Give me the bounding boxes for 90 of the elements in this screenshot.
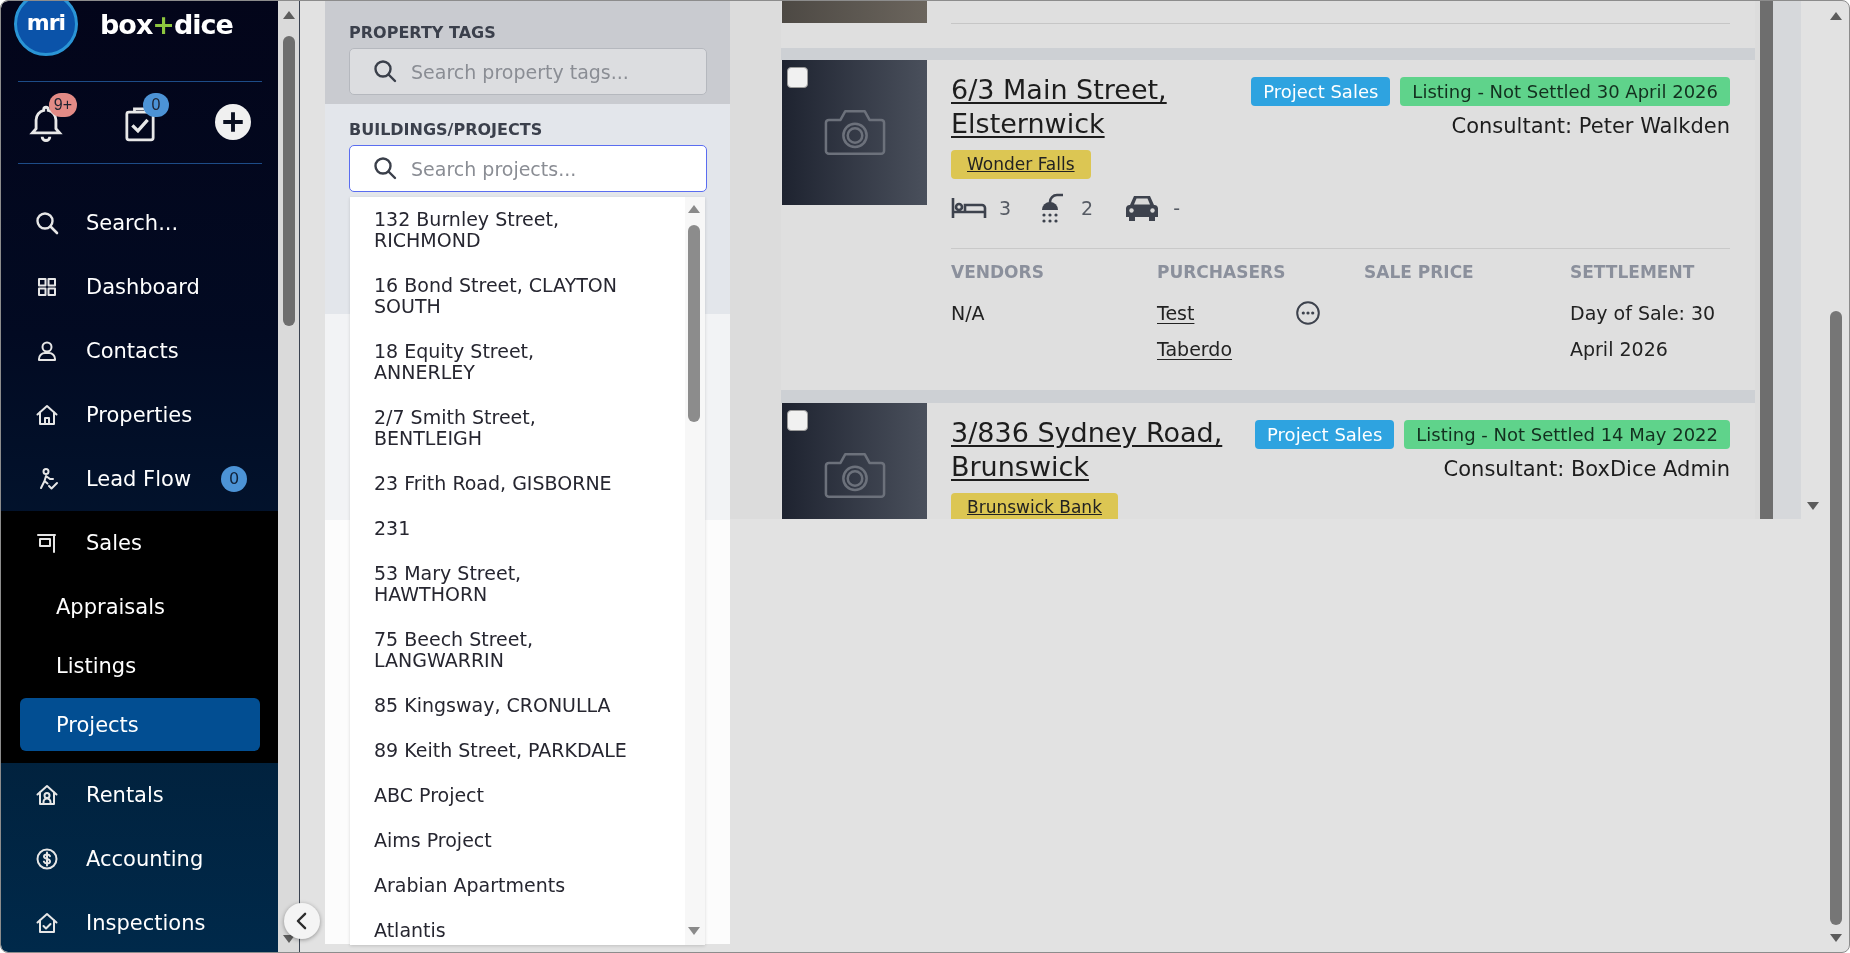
scrollbar-thumb[interactable] [688, 225, 700, 422]
consultant-name: Consultant: Peter Walkden [1451, 113, 1730, 139]
dropdown-option[interactable]: 89 Keith Street, PARKDALE [350, 728, 685, 773]
filter-label: BUILDINGS/PROJECTS [349, 119, 544, 141]
scrollbar-thumb[interactable] [1830, 311, 1842, 925]
feature-count: - [1173, 197, 1181, 219]
dropdown-option[interactable]: 132 Burnley Street, RICHMOND [350, 197, 685, 263]
dollar-icon [35, 847, 59, 871]
plus-circle-icon [215, 104, 251, 140]
checkbox[interactable] [787, 410, 808, 431]
dropdown-option[interactable]: 2/7 Smith Street, BENTLEIGH [350, 395, 685, 461]
nav-item[interactable]: Sales [1, 511, 278, 575]
bed-icon [951, 197, 987, 219]
arrow-down-icon[interactable] [688, 927, 700, 935]
scrollbar[interactable] [685, 197, 705, 945]
nav-item[interactable]: Search... [1, 191, 278, 255]
dropdown-option[interactable]: 16 Bond Street, CLAYTON SOUTH [350, 263, 685, 329]
dropdown-option[interactable]: ABC Project [350, 773, 685, 818]
dropdown-option[interactable]: Atlantis [350, 908, 685, 945]
dropdown-option[interactable]: Aims Project [350, 818, 685, 863]
consultant-name: Consultant: BoxDice Admin [1443, 456, 1730, 482]
chevron-left-icon [295, 912, 307, 930]
dropdown-option[interactable]: 18 Equity Street, ANNERLEY [350, 329, 685, 395]
column-heading: SETTLEMENT [1570, 262, 1696, 282]
status-badge: Project Sales [1255, 420, 1395, 449]
camera-icon [823, 451, 886, 500]
scrollbar-thumb[interactable] [283, 36, 295, 326]
nav-subitem[interactable]: Listings [20, 639, 260, 692]
search-field[interactable]: Search projects... [349, 145, 707, 192]
brand-name: box+dice [100, 8, 233, 42]
detail-value: Day of Sale: 30 April 2026 [1570, 301, 1717, 362]
nav-item[interactable]: Properties [1, 383, 278, 447]
status-badge: Project Sales [1251, 77, 1391, 106]
nav-item[interactable]: Rentals [1, 763, 278, 827]
house-person-icon [35, 783, 59, 807]
project-tag[interactable]: Brunswick Bank [951, 493, 1118, 519]
nav-item[interactable]: Contacts [1, 319, 278, 383]
scrollbar[interactable] [278, 1, 300, 952]
brand-logo: mri [14, 1, 78, 56]
dropdown-option[interactable]: 75 Beech Street, LANGWARRIN [350, 617, 685, 683]
dropdown-option[interactable]: 85 Kingsway, CRONULLA [350, 683, 685, 728]
grid-icon [35, 275, 59, 299]
purchaser-link[interactable]: Test Taberdo [1157, 295, 1232, 367]
tasks-button[interactable]: 0 [121, 93, 171, 143]
nav-item[interactable]: Accounting [1, 827, 278, 891]
filter-label: PROPERTY TAGS [349, 22, 497, 44]
nav-item[interactable]: Inspections [1, 891, 278, 952]
arrow-down-icon[interactable] [1830, 934, 1842, 942]
collapse-button[interactable] [284, 903, 320, 939]
nav-item[interactable]: Lead Flow 0 [1, 447, 278, 511]
scrollbar[interactable] [1760, 1, 1801, 519]
arrow-down-icon[interactable] [1807, 502, 1819, 510]
dropdown-option[interactable]: 53 Mary Street, HAWTHORN [350, 551, 685, 617]
search-icon [35, 211, 59, 235]
camera-icon [823, 108, 886, 157]
search-icon [373, 156, 397, 180]
column-heading: VENDORS [951, 262, 1045, 282]
dropdown-option[interactable]: Arabian Apartments [350, 863, 685, 908]
arrow-down-icon[interactable] [283, 935, 295, 943]
signboard-icon [35, 531, 59, 555]
count-badge: 9+ [48, 93, 77, 117]
project-tag[interactable]: Wonder Falls [951, 150, 1091, 179]
house-icon [35, 403, 59, 427]
listing-title[interactable]: 3/836 Sydney Road, Brunswick [951, 416, 1251, 484]
feature-count: 3 [999, 197, 1012, 219]
column-heading: PURCHASERS [1157, 262, 1287, 282]
nav-subitem[interactable]: Appraisals [20, 580, 260, 633]
dropdown-option[interactable]: 23 Frith Road, GISBORNE [350, 461, 685, 506]
status-badge: Listing - Not Settled 14 May 2022 [1404, 420, 1730, 449]
status-badge: Listing - Not Settled 30 April 2026 [1400, 77, 1730, 106]
arrow-up-icon[interactable] [688, 205, 700, 213]
listing-title[interactable]: 6/3 Main Street, Elsternwick [951, 73, 1251, 141]
nav-subitem[interactable]: Projects [20, 698, 260, 751]
feature-count: 2 [1081, 197, 1094, 219]
column-heading: SALE PRICE [1364, 262, 1475, 282]
person-icon [35, 339, 59, 363]
arrow-up-icon[interactable] [283, 11, 295, 19]
dropdown-option[interactable]: 231 [350, 506, 685, 551]
nav-item[interactable]: Dashboard [1, 255, 278, 319]
count-badge: 0 [221, 466, 247, 492]
search-field[interactable]: Search property tags... [349, 48, 707, 95]
search-icon [373, 59, 397, 83]
detail-value: N/A [951, 301, 986, 326]
notifications-button[interactable]: 9+ [28, 93, 78, 143]
count-badge: 0 [143, 93, 169, 117]
arrow-up-icon[interactable] [1830, 12, 1842, 20]
checkbox[interactable] [787, 67, 808, 88]
add-button[interactable] [215, 104, 251, 140]
house-check-icon [35, 911, 59, 935]
more-icon[interactable] [1296, 301, 1320, 325]
